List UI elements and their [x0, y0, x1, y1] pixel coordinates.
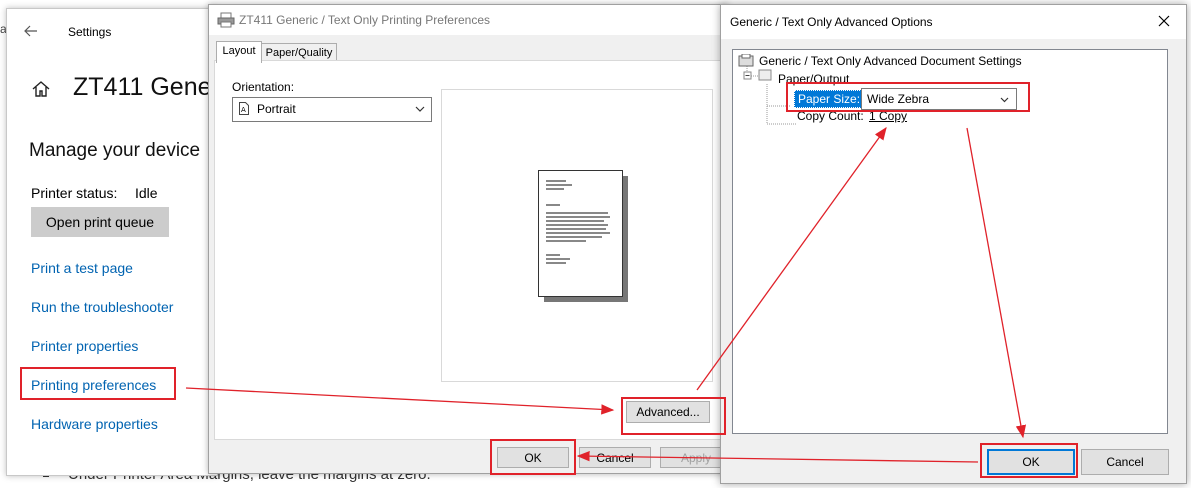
manage-device-heading: Manage your device [29, 140, 201, 161]
tab-layout[interactable]: Layout [216, 41, 262, 63]
home-icon [32, 81, 50, 97]
orientation-select[interactable]: A Portrait [232, 97, 432, 122]
preferences-titlebar: ZT411 Generic / Text Only Printing Prefe… [209, 5, 727, 35]
device-heading: ZT411 Gene [73, 73, 212, 101]
highlight-ok-button [490, 439, 576, 475]
chevron-down-icon [415, 106, 425, 112]
advanced-cancel-button[interactable]: Cancel [1081, 449, 1169, 475]
close-icon[interactable] [1157, 14, 1171, 28]
page-preview [441, 89, 713, 382]
advanced-titlebar: Generic / Text Only Advanced Options [721, 5, 1186, 39]
preferences-title: ZT411 Generic / Text Only Printing Prefe… [239, 13, 490, 27]
advanced-title: Generic / Text Only Advanced Options [730, 15, 933, 29]
svg-text:A: A [241, 106, 246, 114]
settings-window: Settings ZT411 Gene Manage your device P… [6, 8, 218, 476]
open-print-queue-button[interactable]: Open print queue [31, 207, 169, 237]
highlight-paper-size [786, 82, 1030, 112]
hardware-properties-link[interactable]: Hardware properties [31, 416, 158, 432]
print-test-page-link[interactable]: Print a test page [31, 260, 133, 276]
highlight-advanced-button [621, 397, 726, 435]
run-troubleshooter-link[interactable]: Run the troubleshooter [31, 299, 173, 315]
highlight-advanced-ok-button [980, 443, 1078, 478]
printer-status-value: Idle [135, 185, 158, 201]
printer-status-label: Printer status: [31, 185, 118, 201]
highlight-printing-preferences [20, 367, 176, 400]
advanced-options-window: Generic / Text Only Advanced Options Gen… [720, 4, 1187, 484]
orientation-label: Orientation: [232, 80, 295, 94]
page-preview-icon [538, 170, 628, 302]
printer-properties-link[interactable]: Printer properties [31, 338, 138, 354]
tree-root-label[interactable]: Generic / Text Only Advanced Document Se… [759, 54, 1022, 68]
orientation-value: Portrait [257, 102, 296, 116]
settings-title: Settings [68, 25, 112, 39]
layout-panel: Orientation: A Portrait Advanced... [214, 60, 722, 440]
back-arrow-icon[interactable] [23, 23, 39, 39]
cancel-button[interactable]: Cancel [579, 447, 651, 468]
printer-icon [217, 12, 235, 28]
portrait-page-icon: A [239, 102, 249, 115]
